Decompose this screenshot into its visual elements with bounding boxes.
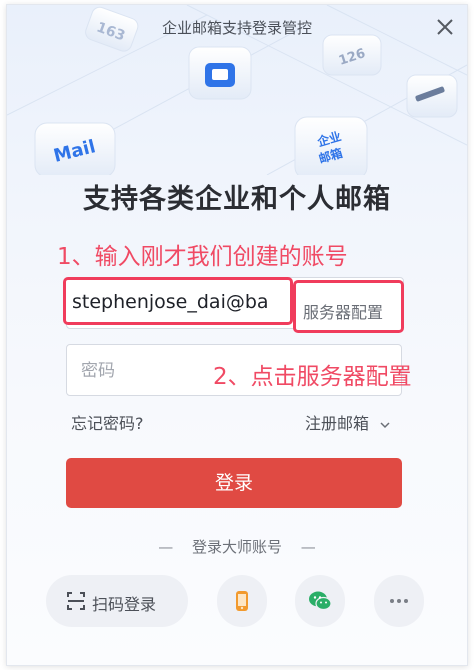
master-account-link[interactable]: 登录大师账号 (192, 538, 282, 556)
tile-right (406, 74, 458, 118)
qr-login-button[interactable]: 扫码登录 (46, 575, 188, 627)
page-title: 支持各类企业和个人邮箱 (83, 184, 391, 215)
more-icon (390, 599, 408, 603)
account-field[interactable] (63, 277, 293, 325)
account-input[interactable] (72, 288, 286, 316)
wechat-login-button[interactable] (295, 575, 345, 627)
register-mailbox-label: 注册邮箱 (305, 414, 370, 433)
phone-icon (236, 591, 248, 611)
divider-left: — (158, 538, 174, 556)
phone-login-button[interactable] (217, 575, 267, 627)
tile-blue-mail (188, 46, 252, 100)
divider-right: — (300, 538, 316, 556)
tile-enterprise: 企业 邮箱 (294, 116, 368, 175)
register-mailbox-link[interactable]: 注册邮箱 (305, 410, 390, 434)
tile-mail: Mail (34, 122, 116, 175)
forgot-password-link[interactable]: 忘记密码? (71, 410, 144, 434)
master-account-row: — 登录大师账号 — (7, 536, 467, 557)
banner-text: 企业邮箱支持登录管控 (161, 19, 312, 37)
tile-126: 126 (322, 34, 382, 76)
server-config-button[interactable]: 服务器配置 (293, 280, 404, 333)
close-icon[interactable] (433, 15, 457, 39)
server-config-label: 服务器配置 (303, 303, 384, 322)
scan-icon (67, 592, 85, 610)
qr-login-label: 扫码登录 (92, 595, 157, 614)
more-options-button[interactable] (374, 575, 424, 627)
login-button[interactable]: 登录 (66, 458, 402, 508)
password-input[interactable] (79, 359, 203, 383)
chevron-down-icon (380, 421, 390, 428)
annotation-step2: 2、点击服务器配置 (213, 364, 412, 390)
login-window: 163 126 Mail 企业 邮箱 企业邮箱支持登录管控 支持各类企业和个人邮… (6, 4, 468, 666)
annotation-step1: 1、输入刚才我们创建的账号 (57, 244, 348, 270)
wechat-icon (309, 591, 332, 611)
